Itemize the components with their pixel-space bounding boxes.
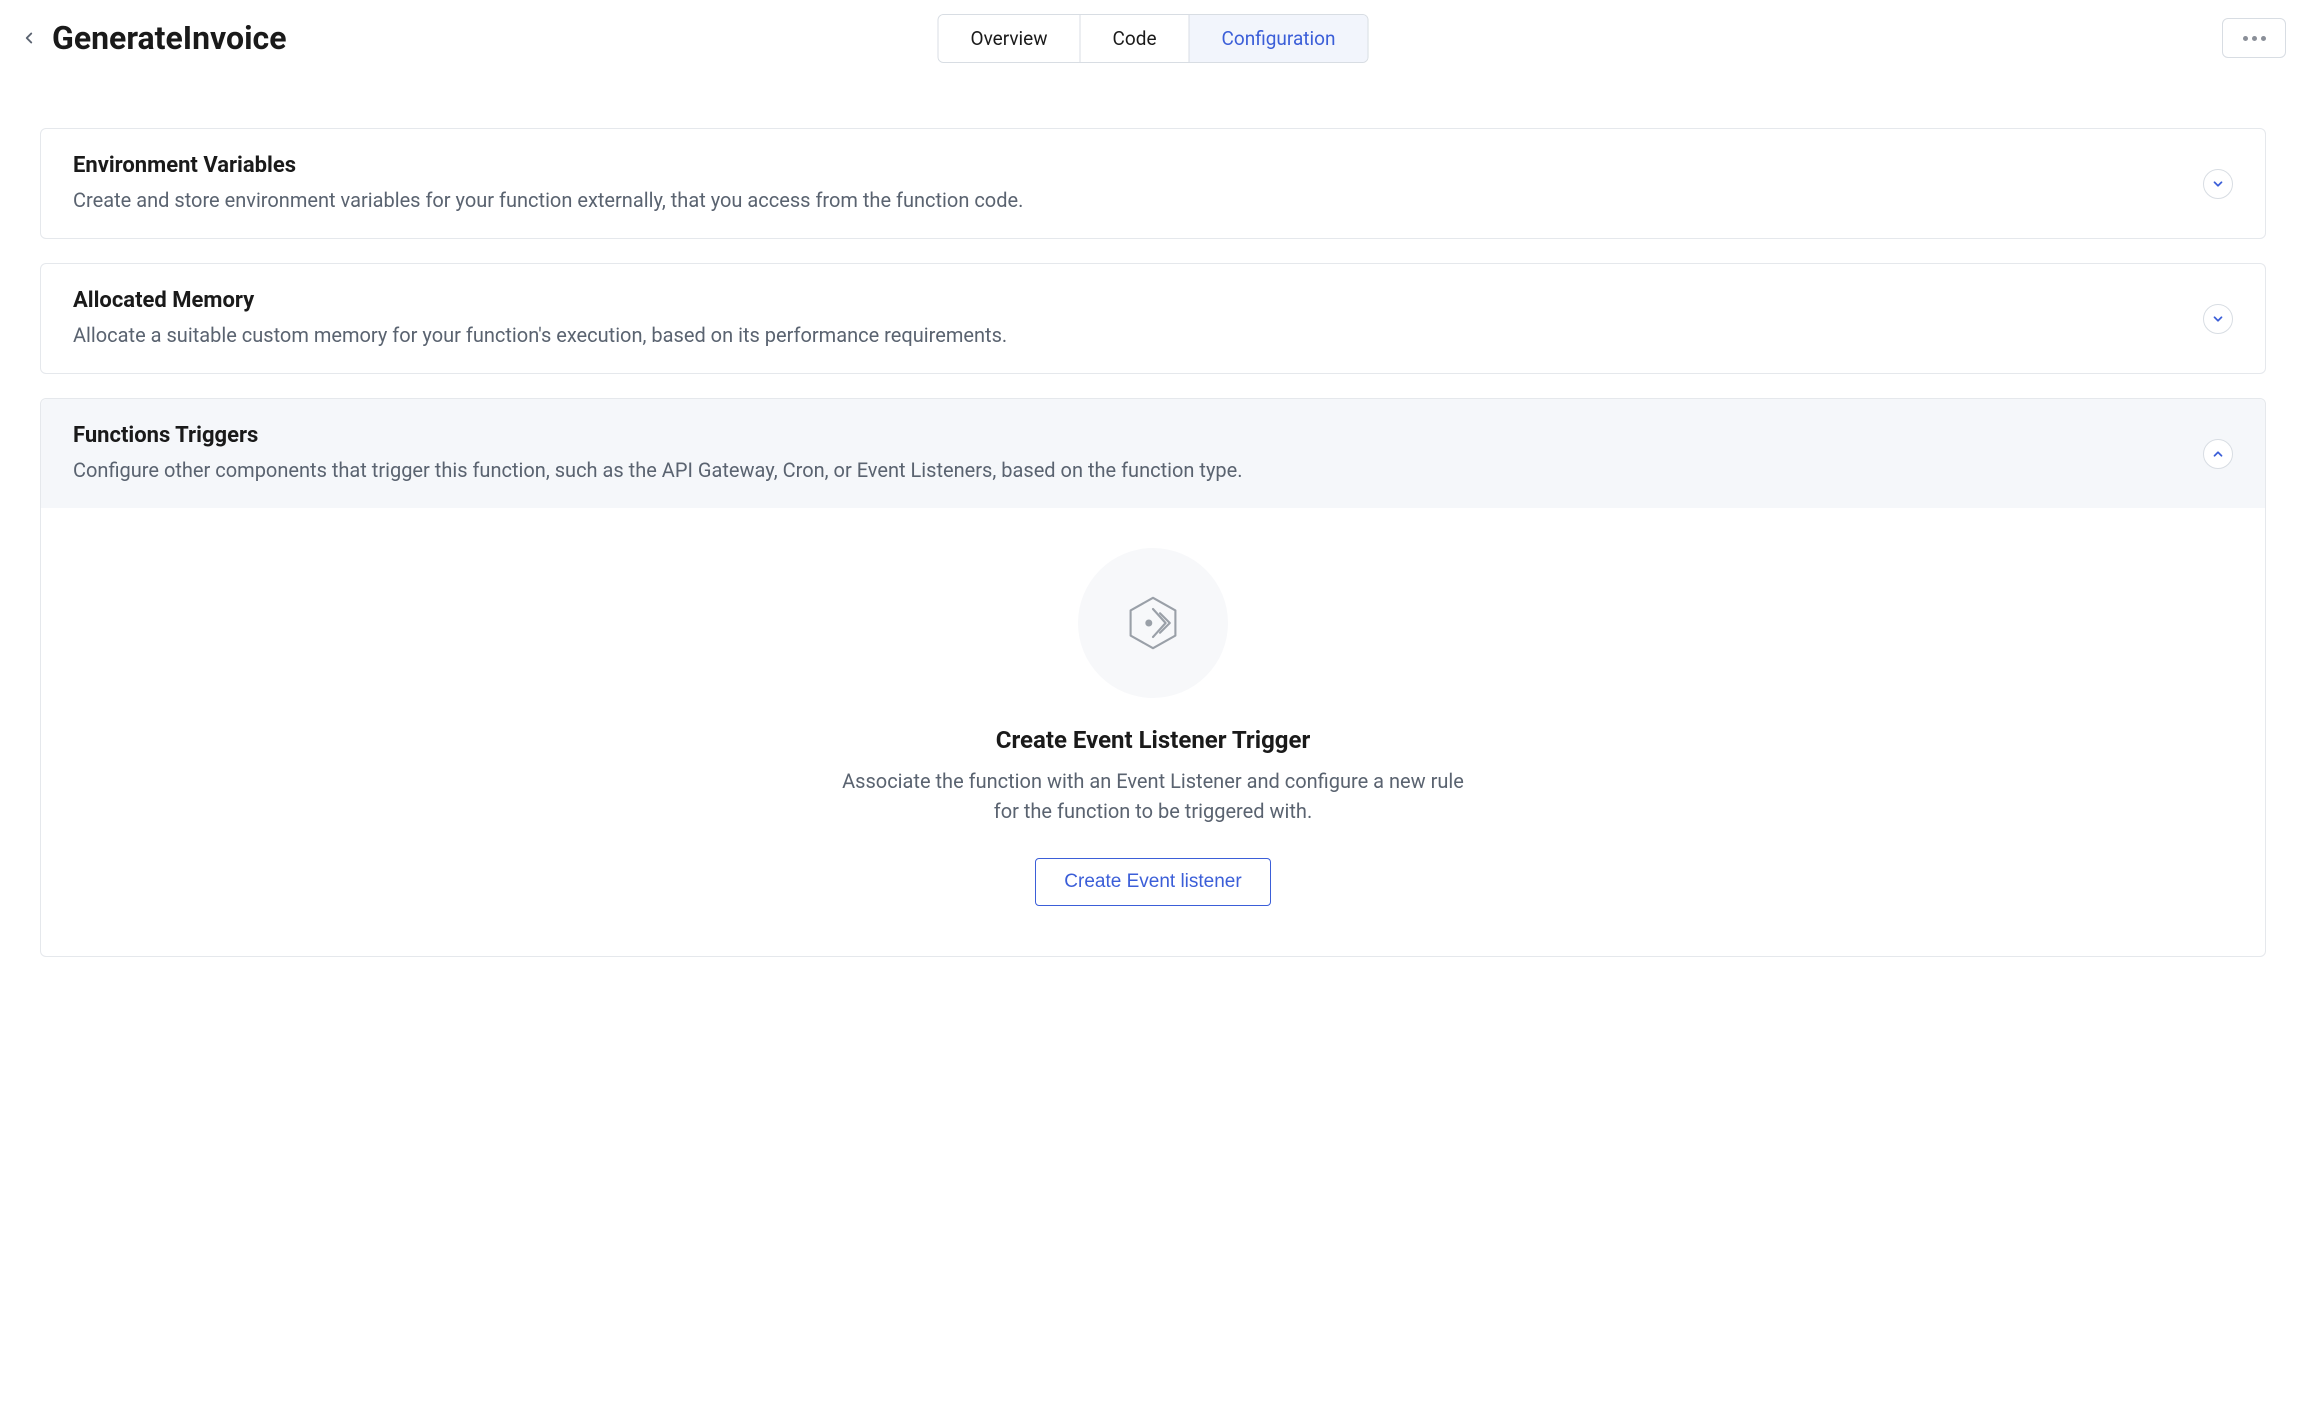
chevron-up-icon	[2211, 447, 2225, 461]
chevron-down-icon	[2211, 177, 2225, 191]
panel-title-triggers: Functions Triggers	[73, 423, 2203, 448]
panel-allocated-memory: Allocated Memory Allocate a suitable cus…	[40, 263, 2266, 374]
create-event-listener-button[interactable]: Create Event listener	[1035, 858, 1270, 906]
more-button[interactable]	[2222, 18, 2286, 58]
triggers-body-title: Create Event Listener Trigger	[996, 726, 1311, 754]
panel-text: Allocated Memory Allocate a suitable cus…	[73, 288, 2203, 349]
panel-text: Functions Triggers Configure other compo…	[73, 423, 2203, 484]
panel-desc-env: Create and store environment variables f…	[73, 186, 2203, 214]
event-listener-icon-circle	[1078, 548, 1228, 698]
expand-toggle-memory[interactable]	[2203, 304, 2233, 334]
tab-configuration[interactable]: Configuration	[1190, 15, 1368, 62]
more-icon	[2243, 36, 2266, 41]
panel-environment-variables: Environment Variables Create and store e…	[40, 128, 2266, 239]
panel-text: Environment Variables Create and store e…	[73, 153, 2203, 214]
page-title: GenerateInvoice	[52, 19, 287, 57]
page-header: GenerateInvoice Overview Code Configurat…	[0, 8, 2306, 68]
event-listener-icon	[1118, 588, 1188, 658]
panel-desc-triggers: Configure other components that trigger …	[73, 456, 2203, 484]
back-icon[interactable]	[20, 29, 38, 47]
chevron-down-icon	[2211, 312, 2225, 326]
panel-body-triggers: Create Event Listener Trigger Associate …	[41, 508, 2265, 956]
panel-header-memory[interactable]: Allocated Memory Allocate a suitable cus…	[41, 264, 2265, 373]
tab-code[interactable]: Code	[1081, 15, 1190, 62]
panel-header-triggers[interactable]: Functions Triggers Configure other compo…	[41, 399, 2265, 508]
panel-desc-memory: Allocate a suitable custom memory for yo…	[73, 321, 2203, 349]
tabs-container: Overview Code Configuration	[938, 14, 1369, 63]
collapse-toggle-triggers[interactable]	[2203, 439, 2233, 469]
expand-toggle-env[interactable]	[2203, 169, 2233, 199]
triggers-body-desc: Associate the function with an Event Lis…	[833, 766, 1473, 826]
panel-title-env: Environment Variables	[73, 153, 2203, 178]
panel-functions-triggers: Functions Triggers Configure other compo…	[40, 398, 2266, 957]
content-area: Environment Variables Create and store e…	[0, 68, 2306, 957]
panel-header-env[interactable]: Environment Variables Create and store e…	[41, 129, 2265, 238]
panel-title-memory: Allocated Memory	[73, 288, 2203, 313]
tab-overview[interactable]: Overview	[939, 15, 1081, 62]
